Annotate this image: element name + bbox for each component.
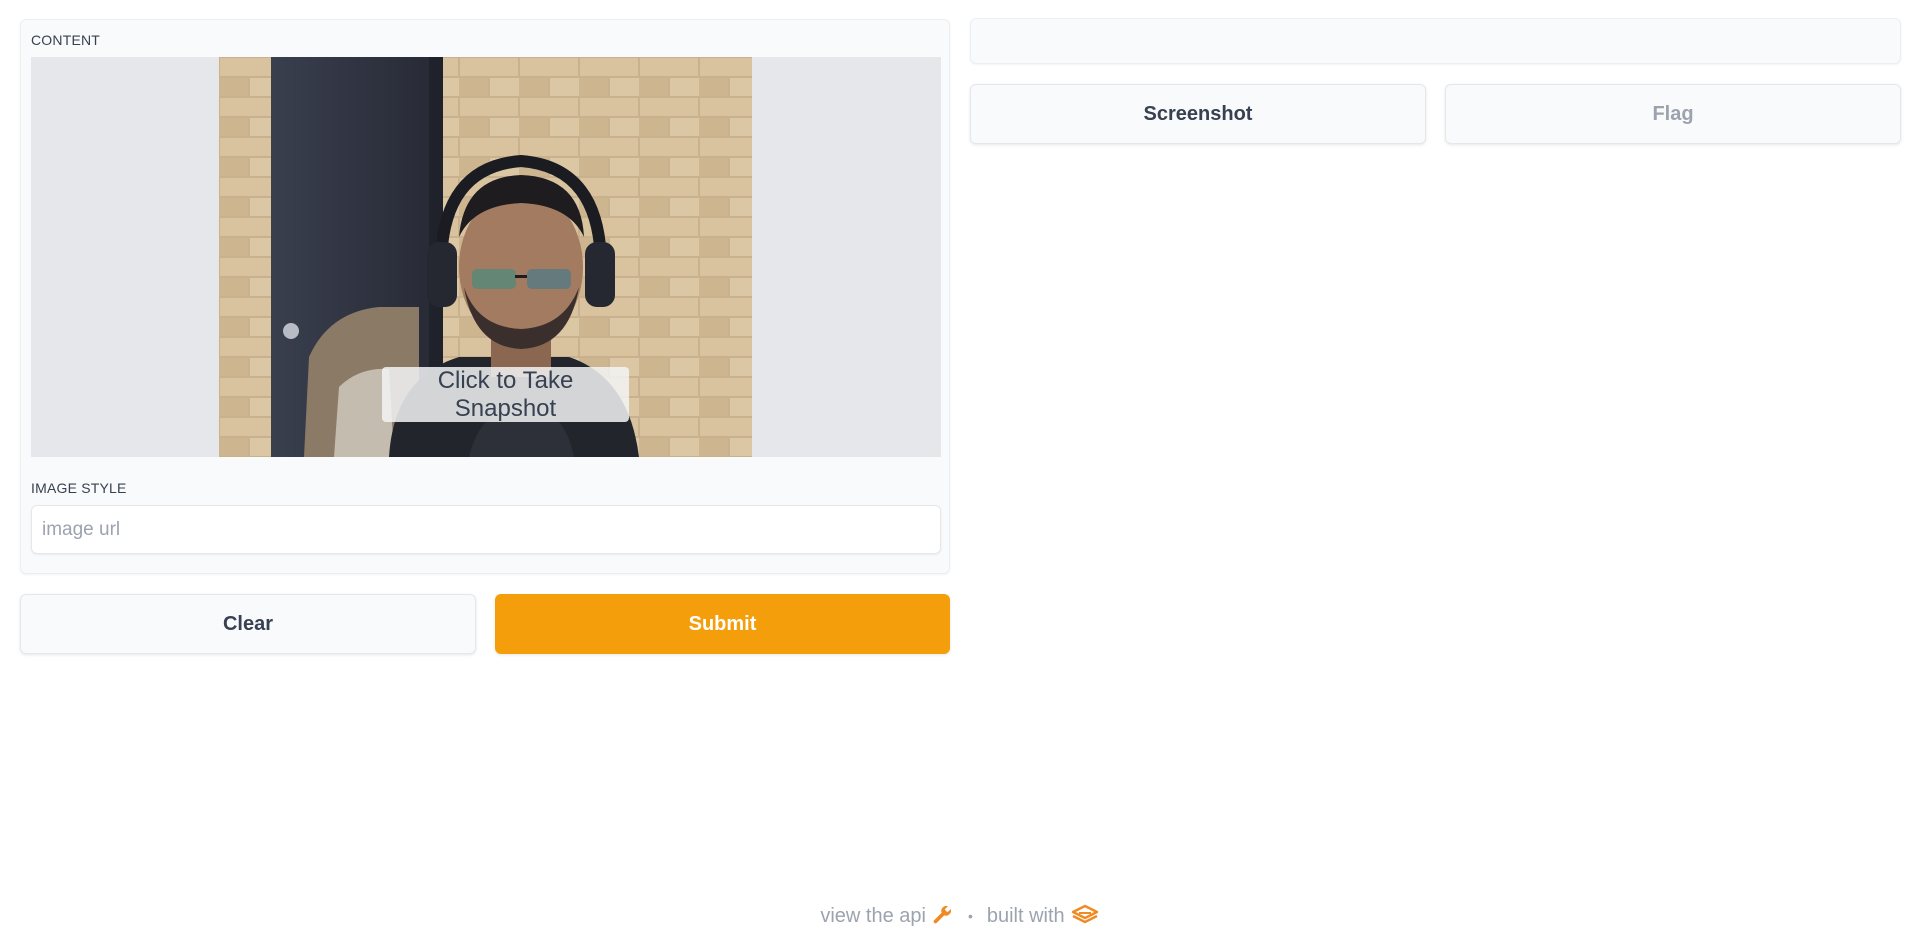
built-with-label: built with	[986, 904, 1065, 927]
image-style-label: IMAGE STYLE	[31, 480, 127, 496]
flag-button[interactable]: Flag	[1445, 84, 1901, 144]
footer: view the api • built with	[0, 898, 1919, 934]
submit-button[interactable]: Submit	[495, 594, 950, 654]
clear-button[interactable]: Clear	[20, 594, 476, 654]
take-snapshot-button[interactable]: Click to Take Snapshot	[382, 367, 629, 422]
webcam-area[interactable]: Click to Take Snapshot	[31, 57, 941, 457]
output-panel	[970, 18, 1901, 64]
input-panel: CONTENT Click to Take Snapshot IMAGE STY…	[20, 19, 950, 574]
gradio-logo-icon	[1071, 904, 1098, 924]
view-api-label: view the api	[820, 904, 926, 927]
content-label: CONTENT	[31, 32, 101, 48]
footer-separator: •	[967, 908, 973, 924]
wrench-icon	[933, 905, 951, 924]
screenshot-button[interactable]: Screenshot	[970, 84, 1426, 144]
built-with-link[interactable]: built with	[987, 904, 1099, 928]
image-style-input[interactable]	[31, 505, 941, 554]
view-api-link[interactable]: view the api	[820, 904, 954, 928]
